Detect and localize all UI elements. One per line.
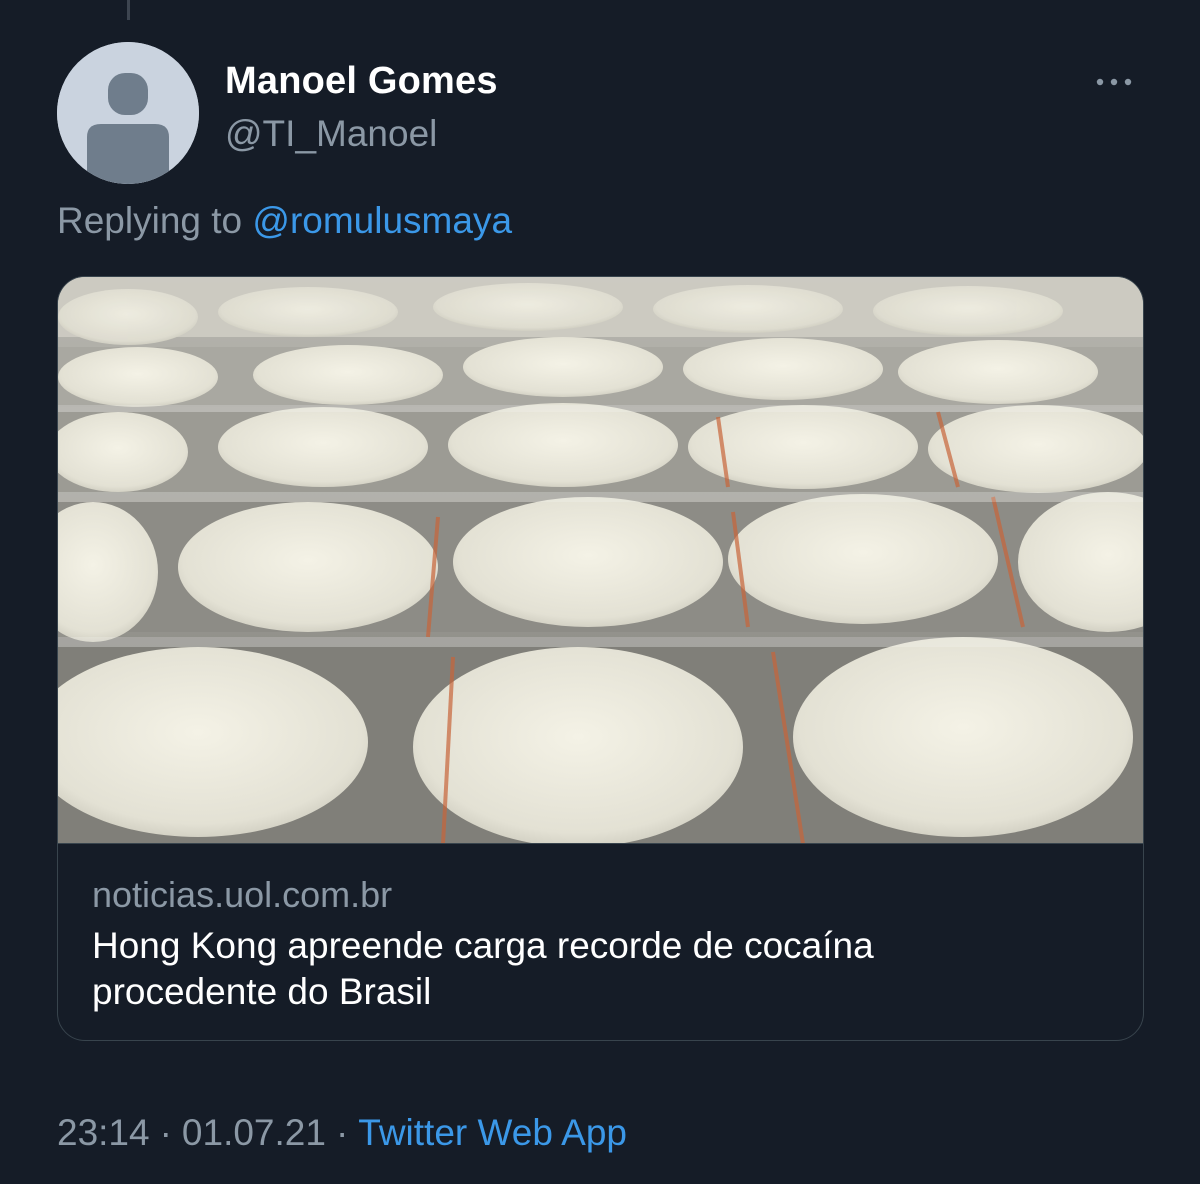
- replying-to-label: Replying to: [57, 200, 243, 241]
- meta-separator: ·: [335, 1112, 349, 1153]
- link-card-title-line-2: procedente do Brasil: [92, 971, 432, 1012]
- tweet-date[interactable]: 01.07.21: [182, 1112, 326, 1153]
- author-handle[interactable]: @TI_Manoel: [225, 113, 437, 155]
- link-preview-card[interactable]: noticias.uol.com.br Hong Kong apreende c…: [57, 276, 1144, 1041]
- thread-connector-line: [127, 0, 130, 20]
- avatar[interactable]: [57, 42, 199, 184]
- replying-to: Replying to @romulusmaya: [57, 200, 512, 242]
- more-options-icon: [1096, 78, 1132, 86]
- tweet-source-link[interactable]: Twitter Web App: [358, 1112, 627, 1153]
- tweet-time[interactable]: 23:14: [57, 1112, 150, 1153]
- tweet-meta: 23:14 · 01.07.21 · Twitter Web App: [57, 1112, 627, 1154]
- tweet-detail: Manoel Gomes @TI_Manoel Replying to @rom…: [0, 0, 1200, 1184]
- meta-separator: ·: [159, 1112, 172, 1153]
- link-card-title: Hong Kong apreende carga recorde de coca…: [92, 923, 1102, 1015]
- author-display-name[interactable]: Manoel Gomes: [225, 60, 498, 103]
- default-profile-icon: [57, 42, 199, 184]
- replying-to-user-link[interactable]: @romulusmaya: [252, 200, 512, 241]
- link-card-domain: noticias.uol.com.br: [92, 874, 393, 915]
- link-preview-photo: [58, 277, 1143, 843]
- more-options-button[interactable]: [1092, 64, 1136, 100]
- link-card-title-line-1: Hong Kong apreende carga recorde de coca…: [92, 925, 874, 966]
- link-preview-image[interactable]: [58, 277, 1143, 844]
